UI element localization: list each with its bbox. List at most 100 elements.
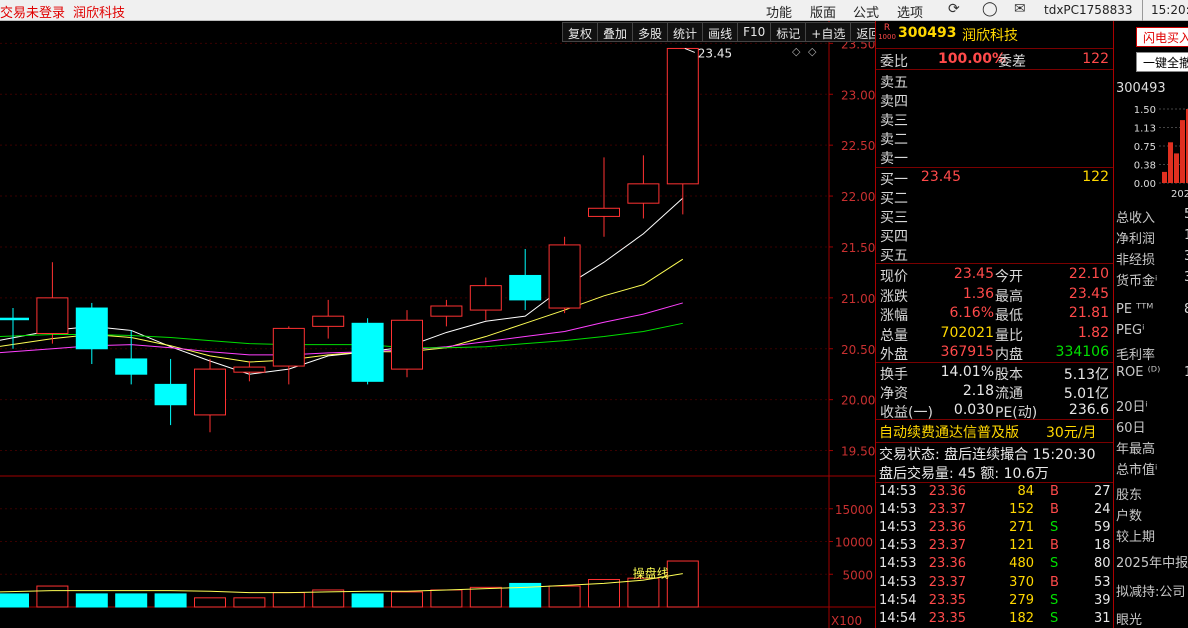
volume-bar[interactable] — [469, 586, 502, 608]
finance-row-label: 总收入 — [1116, 211, 1156, 226]
tick-row[interactable]: 14:54 23.35 279 S 39 — [876, 592, 1113, 611]
candle-body[interactable] — [588, 207, 620, 217]
tick-row[interactable]: 14:53 23.36 84 B 27 — [876, 483, 1113, 502]
volume-bar[interactable] — [391, 591, 423, 608]
candle-body[interactable] — [115, 358, 148, 375]
volume-bar[interactable] — [194, 597, 226, 608]
login-status[interactable]: 交易未登录 — [0, 6, 65, 21]
finance-row-value: 12 — [1184, 228, 1188, 243]
ask-row[interactable]: 卖四 — [876, 90, 1113, 110]
mail-icon[interactable]: ✉ — [1014, 1, 1026, 17]
period-row: 60日 — [1116, 417, 1146, 436]
tick-row[interactable]: 14:53 23.37 152 B 24 — [876, 501, 1113, 520]
volume-bar[interactable] — [0, 593, 29, 608]
menu-options[interactable]: 选项 — [897, 2, 923, 21]
tick-price: 23.37 — [928, 538, 966, 554]
stat-value: 5.13亿 — [1063, 367, 1109, 383]
ask-row[interactable]: 卖三 — [876, 109, 1113, 129]
tick-time: 14:53 — [879, 484, 917, 499]
refresh-icon[interactable]: ⟳ — [948, 1, 960, 17]
tick-count: 59 — [1094, 520, 1111, 536]
candle-body[interactable] — [509, 274, 542, 301]
candle-body[interactable] — [666, 47, 699, 185]
tick-time: 14:53 — [879, 538, 917, 554]
candle-body[interactable] — [0, 317, 29, 321]
bid-row[interactable]: 买二 — [876, 187, 1113, 207]
volume-bar[interactable] — [36, 585, 69, 608]
bid-row[interactable]: 买一 23.45 122 — [876, 168, 1113, 188]
diamond-icon[interactable]: ◇ — [792, 45, 801, 58]
menu-layout[interactable]: 版面 — [810, 2, 836, 21]
bid-label: 买四 — [880, 229, 908, 245]
candle-body[interactable] — [469, 285, 502, 311]
kline-chart-area[interactable]: 23.45 操盘线 23.50 23.00 22.50 22.00 21.50 21.00… — [0, 21, 875, 628]
volume-bar[interactable] — [666, 560, 699, 608]
diamond-icon[interactable]: ◇ — [808, 45, 817, 58]
tool-statistics[interactable]: 统计 — [667, 22, 703, 42]
flash-buy-button[interactable]: 闪电买入 — [1136, 27, 1188, 47]
menu-function[interactable]: 功能 — [766, 2, 792, 21]
volume-bar[interactable] — [351, 593, 384, 608]
period-row-label: 总市值ⁱ — [1116, 463, 1158, 478]
tick-side: B — [1050, 484, 1059, 499]
candle-body[interactable] — [154, 383, 187, 406]
ad-banner[interactable]: 自动续费通达信普及版 30元/月 — [876, 421, 1113, 441]
tool-draw-line[interactable]: 画线 — [702, 22, 738, 42]
stat-label: 总量 — [880, 327, 908, 344]
tick-row[interactable]: 14:53 23.36 480 S 80 — [876, 555, 1113, 574]
candle-body[interactable] — [627, 183, 660, 204]
volume-bar[interactable] — [154, 593, 187, 608]
volume-bar[interactable] — [75, 593, 108, 608]
menu-formula[interactable]: 公式 — [853, 2, 879, 21]
ask-row[interactable]: 卖二 — [876, 128, 1113, 148]
tick-row[interactable]: 14:53 23.36 271 S 59 — [876, 519, 1113, 538]
candle-body[interactable] — [75, 307, 108, 350]
tick-row[interactable]: 14:53 23.37 370 B 53 — [876, 574, 1113, 593]
candle-body[interactable] — [351, 322, 384, 382]
volume-bar[interactable] — [627, 577, 660, 608]
candle-body[interactable] — [391, 319, 423, 370]
candle-body[interactable] — [272, 327, 305, 367]
volume-bar[interactable] — [272, 592, 305, 608]
tick-row[interactable]: 14:53 23.37 121 B 18 — [876, 537, 1113, 556]
tick-price: 23.37 — [928, 502, 966, 518]
finance-row-value: 5 — [1184, 207, 1188, 222]
volume-bar[interactable] — [548, 585, 581, 608]
finance-row-value: 3 — [1184, 270, 1188, 285]
candle-body[interactable] — [233, 366, 266, 373]
tool-f10[interactable]: F10 — [737, 22, 771, 42]
tool-mark[interactable]: 标记 — [770, 22, 806, 42]
bid-row[interactable]: 买三 — [876, 206, 1113, 226]
ratio-row: PE ᵀᵀᴹ 8 — [1116, 302, 1188, 317]
bid-row[interactable]: 买四 — [876, 225, 1113, 245]
candle[interactable] — [391, 310, 423, 378]
stat-label: 涨幅 — [880, 308, 908, 324]
tool-overlay[interactable]: 叠加 — [597, 22, 633, 42]
finance-row: 净利润 12 — [1116, 228, 1188, 247]
candle-body[interactable] — [430, 305, 463, 317]
candle-body[interactable] — [36, 297, 69, 334]
volume-bar[interactable] — [233, 597, 266, 608]
tool-add-watchlist[interactable]: +自选 — [805, 22, 851, 42]
bid-row[interactable]: 买五 — [876, 244, 1113, 264]
stat-row: 换手 14.01% 股本 5.13亿 — [876, 363, 1113, 383]
ask-row[interactable]: 卖五 — [876, 71, 1113, 91]
tool-restore-rights[interactable]: 复权 — [562, 22, 598, 42]
volume-bar[interactable] — [115, 593, 148, 608]
stock-header: R 1000 300493 润欣科技 — [876, 24, 1113, 46]
kline-chart[interactable]: 23.45 操盘线 23.5023.0022.5022.0021.5021.00… — [0, 21, 875, 628]
volume-bar[interactable] — [430, 589, 463, 608]
tick-row[interactable]: 14:54 23.35 182 S 31 — [876, 610, 1113, 628]
chat-icon[interactable]: ◯ — [982, 1, 998, 17]
candle[interactable] — [351, 318, 384, 385]
holder-row-label: 股东 — [1116, 488, 1143, 503]
tick-volume: 279 — [1009, 592, 1034, 608]
candle-body[interactable] — [194, 368, 226, 416]
candle-body[interactable] — [312, 315, 345, 327]
stat-label: 最低 — [995, 308, 1023, 324]
tool-multi-stock[interactable]: 多股 — [632, 22, 668, 42]
ask-row[interactable]: 卖一 — [876, 147, 1113, 167]
cancel-all-button[interactable]: 一键全撤 — [1136, 52, 1188, 72]
candle[interactable] — [548, 236, 581, 314]
candle-body[interactable] — [548, 244, 581, 309]
